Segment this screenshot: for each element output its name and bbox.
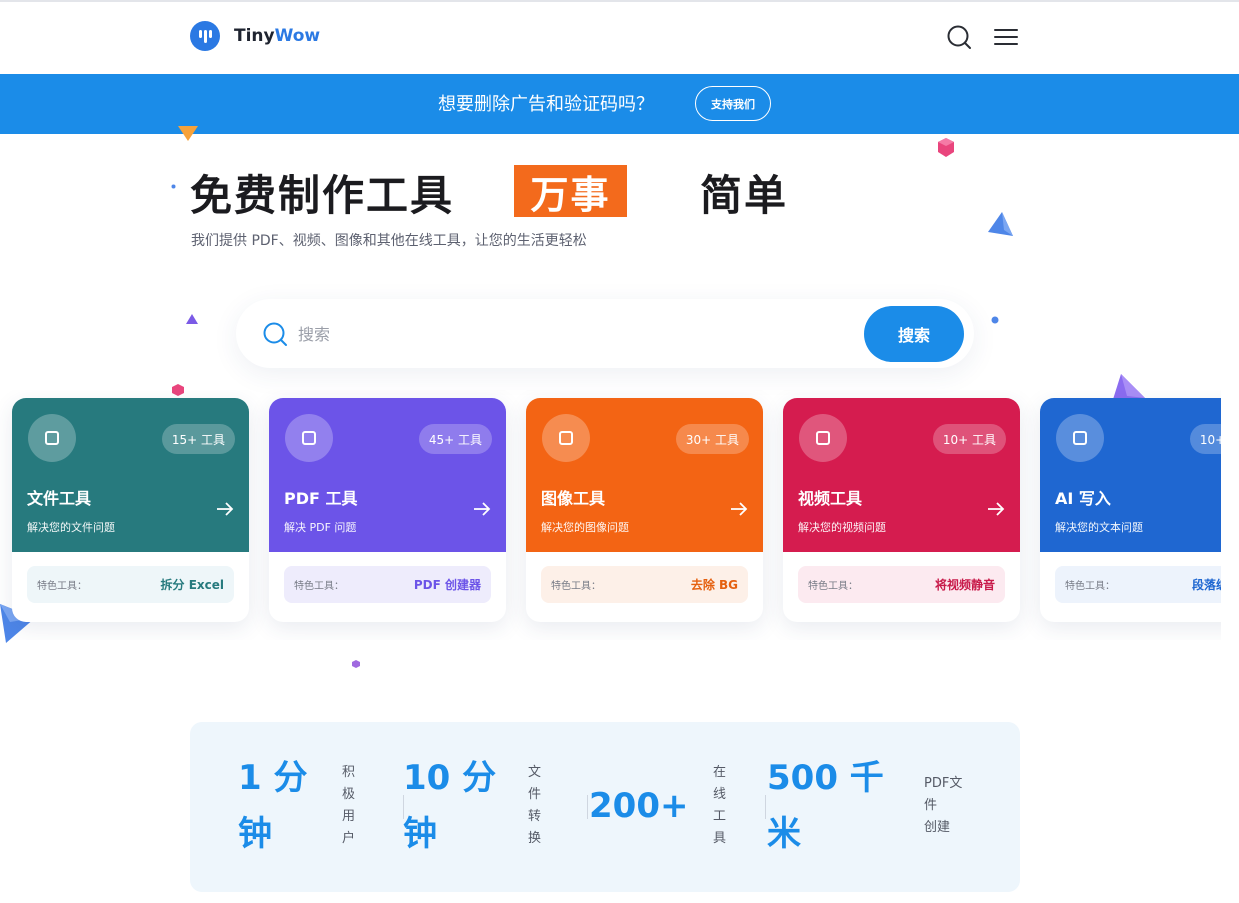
card-title: 图像工具 [541, 489, 606, 508]
hero-subtitle: 我们提供 PDF、视频、图像和其他在线工具，让您的生活更轻松 [191, 233, 587, 249]
decorative-cube-icon [938, 138, 954, 157]
category-card-file[interactable]: 15+ 工具 文件工具 解决您的文件问题 特色工具： 拆分 Excel [12, 398, 249, 622]
search-icon [263, 322, 287, 346]
banner-text: 想要删除广告和验证码吗？ [438, 94, 654, 115]
card-description: 解决您的文件问题 [27, 521, 115, 534]
hero-title: 免费制作工具 [190, 171, 455, 220]
stats-panel: 1 分钟 积极用户 10 分钟 文件转换 200+ 在线工具 500 千米 PD… [190, 722, 1020, 892]
featured-tool-label: 特色工具： [551, 581, 601, 592]
decorative-pyramid-icon [988, 212, 1013, 236]
logo-text: TinyWow [234, 26, 321, 46]
hero-highlight: 万事 [514, 165, 627, 217]
ai-write-icon [1056, 414, 1104, 462]
card-title: AI 写入 [1055, 489, 1111, 508]
card-title: 文件工具 [27, 489, 92, 508]
card-description: 解决您的文本问题 [1055, 521, 1143, 534]
video-icon [799, 414, 847, 462]
arrow-right-icon [731, 502, 748, 516]
stat-label: 文件转换 [528, 765, 542, 846]
decorative-cube-icon [352, 660, 360, 668]
page: TinyWow 想要删除广告和验证码吗？ 支持我们 免费制作工具 万事 简单 我… [0, 0, 1239, 903]
decorative-dot-icon [171, 184, 176, 189]
decorative-dot-icon [991, 316, 999, 324]
stat-number: 200+ [589, 786, 689, 826]
card-description: 解决您的图像问题 [541, 521, 629, 534]
logo[interactable]: TinyWow [190, 21, 320, 51]
pdf-icon [285, 414, 333, 462]
search-bar: 搜索 [236, 299, 974, 368]
hero-title-end: 简单 [700, 171, 789, 220]
tool-count-badge: 30+ 工具 [675, 424, 749, 454]
promo-banner: 想要删除广告和验证码吗？ 支持我们 [0, 74, 1239, 134]
category-card-image[interactable]: 30+ 工具 图像工具 解决您的图像问题 特色工具： 去除 BG [526, 398, 763, 622]
stat-label: 积极用户 [342, 765, 356, 846]
card-title: 视频工具 [798, 489, 863, 508]
tool-count-badge: 10+ 工具 [1189, 424, 1221, 454]
hamburger-menu-icon[interactable] [993, 24, 1019, 50]
support-us-button[interactable]: 支持我们 [695, 86, 771, 121]
stat-divider [765, 795, 766, 819]
tool-count-badge: 15+ 工具 [161, 424, 235, 454]
stat-number: 1 分钟 [238, 758, 308, 854]
arrow-right-icon [988, 502, 1005, 516]
featured-tool-name: 去除 BG [690, 578, 738, 592]
tool-count-badge: 10+ 工具 [932, 424, 1006, 454]
decorative-triangle-icon [186, 314, 198, 324]
card-description: 解决 PDF 问题 [284, 521, 357, 534]
card-title: PDF 工具 [284, 489, 358, 508]
featured-tool-name: 拆分 Excel [160, 578, 224, 592]
featured-tool[interactable]: 特色工具： 段落编写器 [1055, 566, 1221, 603]
search-icon[interactable] [946, 24, 972, 50]
stat-divider [587, 795, 588, 819]
featured-tool-label: 特色工具： [808, 581, 858, 592]
category-card-ai-write[interactable]: 10+ 工具 AI 写入 解决您的文本问题 特色工具： 段落编写器 [1040, 398, 1221, 622]
featured-tool-name: 将视频静音 [934, 578, 995, 592]
category-card-video[interactable]: 10+ 工具 视频工具 解决您的视频问题 特色工具： 将视频静音 [783, 398, 1020, 622]
featured-tool-name: PDF 创建器 [413, 578, 481, 592]
image-icon [542, 414, 590, 462]
featured-tool[interactable]: 特色工具： PDF 创建器 [284, 566, 491, 603]
stat-number: 10 分钟 [403, 758, 497, 854]
logo-icon [190, 21, 220, 51]
featured-tool-label: 特色工具： [1065, 581, 1115, 592]
stat-label: 在线工具 [713, 765, 727, 846]
featured-tool-label: 特色工具： [37, 581, 87, 592]
site-header: TinyWow [0, 2, 1239, 74]
tool-count-badge: 45+ 工具 [418, 424, 492, 454]
category-card-pdf[interactable]: 45+ 工具 PDF 工具 解决 PDF 问题 特色工具： PDF 创建器 [269, 398, 506, 622]
arrow-right-icon [217, 502, 234, 516]
featured-tool[interactable]: 特色工具： 去除 BG [541, 566, 748, 603]
stat-number: 500 千米 [767, 758, 884, 854]
stat-label: PDF文件创建 [924, 776, 963, 835]
search-input[interactable] [298, 319, 838, 349]
decorative-triangle-icon [178, 126, 198, 141]
featured-tool[interactable]: 特色工具： 将视频静音 [798, 566, 1005, 603]
featured-tool-label: 特色工具： [294, 581, 344, 592]
card-description: 解决您的视频问题 [798, 521, 886, 534]
file-tools-icon [28, 414, 76, 462]
featured-tool[interactable]: 特色工具： 拆分 Excel [27, 566, 234, 603]
category-cards: 15+ 工具 文件工具 解决您的文件问题 特色工具： 拆分 Excel 45+ … [0, 390, 1221, 640]
search-button[interactable]: 搜索 [864, 306, 964, 362]
arrow-right-icon [474, 502, 491, 516]
featured-tool-name: 段落编写器 [1191, 578, 1221, 592]
